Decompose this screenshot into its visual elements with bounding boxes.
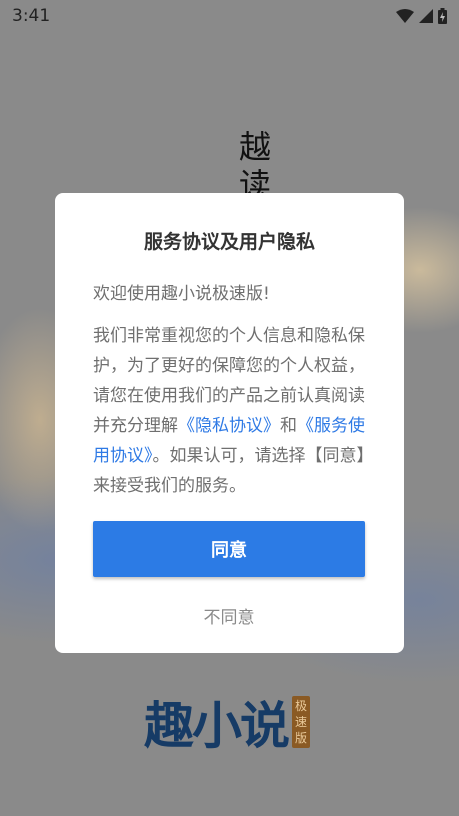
logo-badge-char: 版	[294, 731, 307, 745]
cellular-signal-icon	[419, 9, 433, 23]
logo-badge: 极 速 版	[292, 696, 310, 748]
disagree-button[interactable]: 不同意	[93, 597, 365, 633]
app-logo: 趣小说 极 速 版	[144, 686, 310, 758]
logo-badge-char: 极	[294, 699, 307, 713]
agree-button[interactable]: 同意	[93, 521, 365, 577]
status-bar: 3:41	[0, 0, 459, 32]
logo-text: 趣小说	[144, 697, 290, 755]
status-icons	[396, 8, 447, 24]
wifi-icon	[396, 9, 414, 23]
logo-badge-char: 速	[294, 715, 307, 729]
body-text-and: 和	[280, 416, 297, 436]
battery-icon	[438, 8, 447, 24]
slogan-line: 越	[239, 128, 272, 166]
privacy-agreement-dialog: 服务协议及用户隐私 欢迎使用趣小说极速版! 我们非常重视您的个人信息和隐私保护，…	[55, 193, 404, 653]
dialog-body-text: 我们非常重视您的个人信息和隐私保护，为了更好的保障您的个人权益，请您在使用我们的…	[93, 321, 368, 501]
dialog-title: 服务协议及用户隐私	[143, 231, 315, 253]
status-time: 3:41	[12, 6, 51, 26]
welcome-text: 欢迎使用趣小说极速版!	[93, 284, 270, 304]
privacy-policy-link[interactable]: 《隐私协议》	[178, 416, 280, 436]
